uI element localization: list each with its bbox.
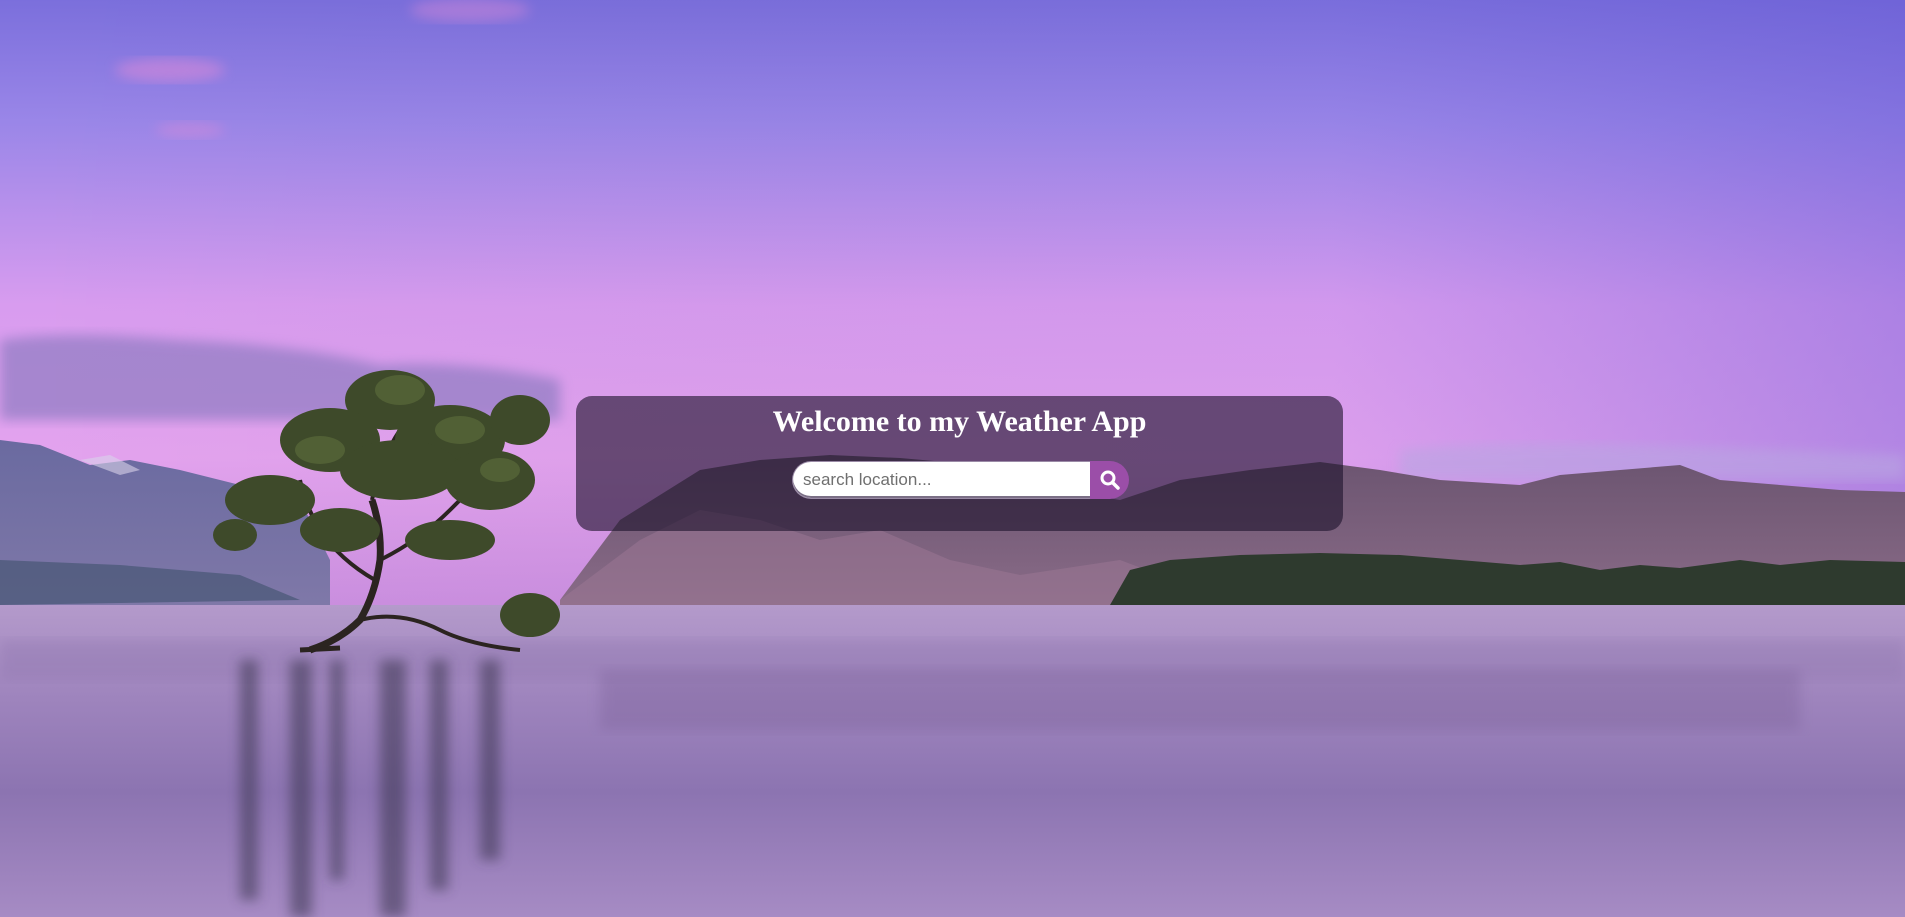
search-input[interactable] (792, 461, 1090, 499)
page-title: Welcome to my Weather App (772, 405, 1147, 438)
search-icon (1100, 470, 1120, 490)
welcome-panel: Welcome to my Weather App (576, 396, 1343, 531)
search-bar (792, 461, 1131, 499)
search-button[interactable] (1090, 461, 1129, 499)
